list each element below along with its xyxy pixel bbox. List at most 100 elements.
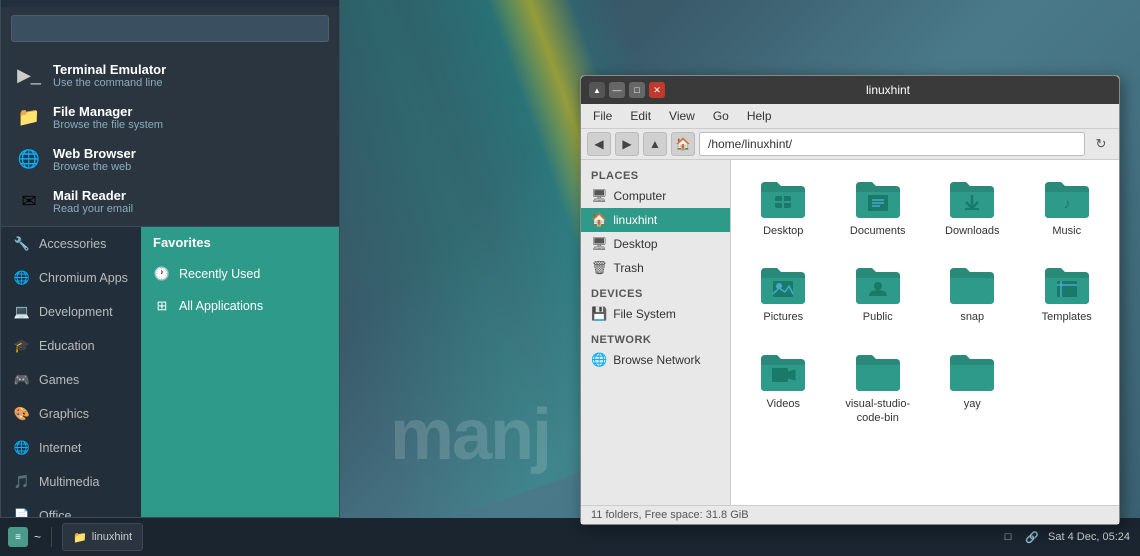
quick-item-mail[interactable]: ✉ Mail Reader Read your email xyxy=(1,180,339,222)
start-menu: 👤 linuxhint 🔒 🔒 ⇅ ● ▶_ Terminal Emulator… xyxy=(0,0,340,518)
browser-sub: Browse the web xyxy=(53,161,136,173)
desktop: manj Trash 👤 linuxhint 🔒 🔒 ⇅ xyxy=(0,0,1140,556)
fm-maximize-button[interactable]: □ xyxy=(629,82,645,98)
fm-menu-go[interactable]: Go xyxy=(707,106,735,126)
cat-accessories[interactable]: 🔧 Accessories xyxy=(1,227,141,261)
fm-sidebar-trash[interactable]: 🗑 Trash xyxy=(581,256,730,280)
quick-item-browser[interactable]: 🌐 Web Browser Browse the web xyxy=(1,138,339,180)
fm-menu-view[interactable]: View xyxy=(663,106,701,126)
fm-address-bar[interactable]: /home/linuxhint/ xyxy=(699,132,1085,156)
minimize-icon: — xyxy=(613,85,622,95)
fm-desktop-label: Desktop xyxy=(614,237,658,251)
taskbar-menu-icon[interactable]: ≡ xyxy=(8,527,28,547)
fm-file-documents[interactable]: Documents xyxy=(836,170,921,246)
taskbar-right: □ 🔗 Sat 4 Dec, 05:24 xyxy=(990,529,1140,545)
fm-minimize-button[interactable]: — xyxy=(609,82,625,98)
fm-ctrl-up[interactable]: ▲ xyxy=(589,82,605,98)
cat-development[interactable]: 💻 Development xyxy=(1,295,141,329)
close-icon: ✕ xyxy=(653,85,661,96)
fm-sidebar-network[interactable]: 🌐 Browse Network xyxy=(581,348,730,372)
cat-graphics[interactable]: 🎨 Graphics xyxy=(1,397,141,431)
terminal-title: Terminal Emulator xyxy=(53,62,166,77)
fm-sidebar-desktop[interactable]: 🖥 Desktop xyxy=(581,232,730,256)
cat-games[interactable]: 🎮 Games xyxy=(1,363,141,397)
cat-education-icon: 🎓 xyxy=(13,337,31,355)
cat-chromium-icon: 🌐 xyxy=(13,269,31,287)
taskbar-tray-display[interactable]: □ xyxy=(1000,529,1016,545)
forward-arrow-icon: ▶ xyxy=(622,137,631,151)
fm-file-downloads[interactable]: Downloads xyxy=(930,170,1015,246)
fm-devices-heading: Devices xyxy=(581,284,730,302)
fm-forward-button[interactable]: ▶ xyxy=(615,132,639,156)
taskbar-tray-network[interactable]: 🔗 xyxy=(1024,529,1040,545)
fm-file-snap[interactable]: snap xyxy=(930,256,1015,332)
fm-trash-label: Trash xyxy=(614,261,644,275)
file-name-vscode: visual-studio-code-bin xyxy=(840,397,917,426)
fm-file-templates[interactable]: Templates xyxy=(1025,256,1110,332)
cat-chromium[interactable]: 🌐 Chromium Apps xyxy=(1,261,141,295)
fm-sidebar-computer[interactable]: 🖥 Computer xyxy=(581,184,730,208)
fm-home-button[interactable]: 🏠 xyxy=(671,132,695,156)
folder-icon-yay xyxy=(948,351,996,393)
fm-menu-edit[interactable]: Edit xyxy=(624,106,657,126)
cat-multimedia[interactable]: 🎵 Multimedia xyxy=(1,465,141,499)
fm-file-vscode[interactable]: visual-studio-code-bin xyxy=(836,343,921,434)
fm-file-pictures[interactable]: Pictures xyxy=(741,256,826,332)
folder-icon-pictures xyxy=(759,264,807,306)
cat-multimedia-icon: 🎵 xyxy=(13,473,31,491)
fm-places-heading: Places xyxy=(581,166,730,184)
taskbar-window-label: linuxhint xyxy=(92,531,132,543)
search-input[interactable] xyxy=(20,21,320,36)
file-name-downloads: Downloads xyxy=(945,224,999,238)
fm-file-public[interactable]: Public xyxy=(836,256,921,332)
quick-item-filemanager[interactable]: 📁 File Manager Browse the file system xyxy=(1,96,339,138)
fm-files-grid: Desktop xyxy=(741,170,1109,433)
fm-back-button[interactable]: ◀ xyxy=(587,132,611,156)
taskbar-window-linuxhint[interactable]: 📁 linuxhint xyxy=(62,523,143,551)
fm-sidebar-filesystem[interactable]: 💾 File System xyxy=(581,302,730,326)
fm-address-text: /home/linuxhint/ xyxy=(708,137,792,151)
filemanager-title: File Manager xyxy=(53,104,163,119)
app-item-recently-used[interactable]: 🕐 Recently Used xyxy=(141,258,339,290)
cat-office[interactable]: 📄 Office xyxy=(1,499,141,517)
fm-file-desktop[interactable]: Desktop xyxy=(741,170,826,246)
reload-icon: ↻ xyxy=(1096,136,1107,152)
fm-menu-help[interactable]: Help xyxy=(741,106,778,126)
fm-sidebar-linuxhint[interactable]: 🏠 linuxhint xyxy=(581,208,730,232)
home-icon: 🏠 xyxy=(676,137,691,151)
cat-education[interactable]: 🎓 Education xyxy=(1,329,141,363)
apps-panel: Favorites 🕐 Recently Used ⊞ All Applicat… xyxy=(141,227,339,517)
cat-office-icon: 📄 xyxy=(13,507,31,517)
cat-internet[interactable]: 🌐 Internet xyxy=(1,431,141,465)
folder-icon-documents xyxy=(854,178,902,220)
fm-close-button[interactable]: ✕ xyxy=(649,82,665,98)
fm-statusbar: 11 folders, Free space: 31.8 GiB xyxy=(581,505,1119,524)
fm-linuxhint-label: linuxhint xyxy=(613,213,657,227)
trash-sidebar-icon: 🗑 xyxy=(591,260,608,276)
quick-item-terminal[interactable]: ▶_ Terminal Emulator Use the command lin… xyxy=(1,54,339,96)
apps-panel-title: Favorites xyxy=(153,235,211,250)
fm-reload-button[interactable]: ↻ xyxy=(1089,132,1113,156)
categories-panel: 🔧 Accessories 🌐 Chromium Apps 💻 Developm… xyxy=(1,227,141,517)
app-item-all-apps[interactable]: ⊞ All Applications xyxy=(141,290,339,322)
back-arrow-icon: ◀ xyxy=(594,137,603,151)
fm-menu-file[interactable]: File xyxy=(587,106,618,126)
cat-graphics-icon: 🎨 xyxy=(13,405,31,423)
fm-titlebar: ▲ — □ ✕ linuxhint xyxy=(581,76,1119,104)
cat-chromium-label: Chromium Apps xyxy=(39,271,128,285)
fm-up-button[interactable]: ▲ xyxy=(643,132,667,156)
mail-title: Mail Reader xyxy=(53,188,133,203)
fm-places-section: Places 🖥 Computer 🏠 linuxhint 🖥 Desktop xyxy=(581,166,730,280)
start-menu-header: 👤 linuxhint 🔒 🔒 ⇅ ● xyxy=(1,0,339,7)
file-name-music: Music xyxy=(1052,224,1081,238)
folder-icon-videos xyxy=(759,351,807,393)
fm-file-yay[interactable]: yay xyxy=(930,343,1015,434)
app-menu-area: 🔧 Accessories 🌐 Chromium Apps 💻 Developm… xyxy=(1,227,339,517)
filemanager-icon: 📁 xyxy=(15,103,43,131)
folder-icon-snap xyxy=(948,264,996,306)
fm-file-music[interactable]: ♪ Music xyxy=(1025,170,1110,246)
cat-development-icon: 💻 xyxy=(13,303,31,321)
fm-file-videos[interactable]: Videos xyxy=(741,343,826,434)
file-name-snap: snap xyxy=(960,310,984,324)
search-bar[interactable] xyxy=(11,15,329,42)
